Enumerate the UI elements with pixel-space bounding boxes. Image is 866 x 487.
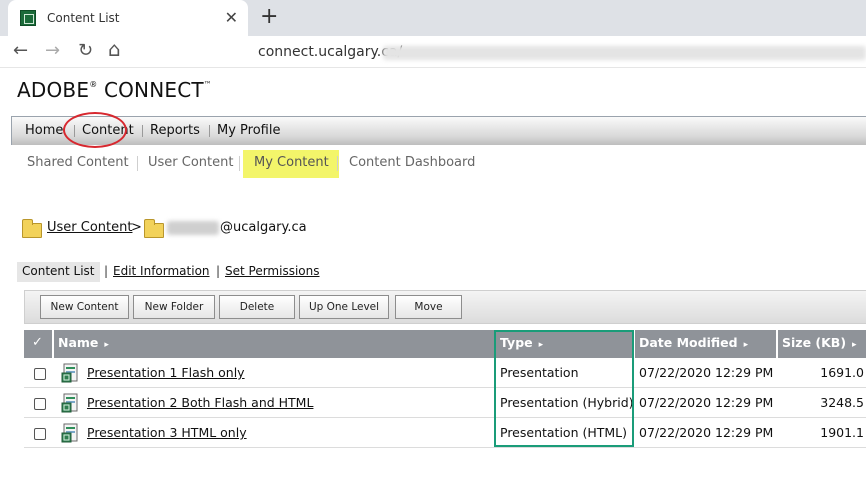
header-separator	[52, 330, 54, 358]
subnav-user-content[interactable]: User Content	[148, 155, 233, 170]
nav-reports[interactable]: Reports	[150, 123, 200, 138]
subnav-my-content[interactable]: My Content	[254, 155, 329, 170]
folder-icon	[144, 219, 164, 238]
sort-arrow-icon: ▸	[104, 340, 109, 350]
content-name-link[interactable]: Presentation 3 HTML only	[87, 425, 247, 440]
breadcrumb-user-content[interactable]: User Content	[47, 220, 132, 235]
nav-my-profile[interactable]: My Profile	[217, 123, 280, 138]
content-size: 1901.1	[820, 425, 864, 440]
url-redacted	[383, 46, 866, 60]
content-name-link[interactable]: Presentation 2 Both Flash and HTML	[87, 395, 313, 410]
brand-product: CONNECT	[97, 78, 204, 102]
row-checkbox[interactable]	[34, 428, 46, 440]
content-name-link[interactable]: Presentation 1 Flash only	[87, 365, 245, 380]
address-bar: ← → ↻ ⌂ connect.ucalgary.ca/	[0, 36, 866, 68]
row-checkbox[interactable]	[34, 368, 46, 380]
nav-home[interactable]: Home	[25, 123, 63, 138]
sort-arrow-icon: ▸	[852, 340, 857, 350]
tab-edit-information[interactable]: Edit Information	[113, 264, 210, 278]
type-column-annotation-box	[494, 330, 634, 447]
column-header-size-label: Size (KB)	[782, 335, 847, 350]
breadcrumb-user-email: @ucalgary.ca	[220, 220, 307, 235]
reload-icon[interactable]: ↻	[78, 41, 93, 61]
tab-separator: |	[216, 264, 221, 278]
tab-close-icon[interactable]: ✕	[225, 10, 238, 26]
content-size: 1691.0	[820, 365, 864, 380]
column-header-size[interactable]: Size (KB) ▸	[782, 335, 857, 350]
tab-set-permissions[interactable]: Set Permissions	[225, 264, 320, 278]
subnav-separator	[337, 156, 338, 171]
column-header-name-label: Name	[58, 335, 99, 350]
new-tab-icon[interactable]: +	[260, 5, 278, 29]
move-button[interactable]: Move	[395, 295, 462, 319]
breadcrumb-separator: >	[131, 220, 142, 235]
subnav-separator	[137, 156, 138, 171]
nav-separator	[142, 125, 143, 137]
forward-icon[interactable]: →	[45, 41, 60, 61]
row-checkbox[interactable]	[34, 398, 46, 410]
new-content-button[interactable]: New Content	[40, 295, 129, 319]
browser-tab[interactable]: Content List ✕	[8, 0, 248, 36]
brand-reg: ®	[89, 80, 98, 89]
subnav-separator	[239, 156, 240, 171]
url-field[interactable]: connect.ucalgary.ca/	[258, 44, 402, 60]
content-size: 3248.5	[820, 395, 864, 410]
brand-name: ADOBE	[17, 78, 90, 102]
presentation-icon	[61, 393, 78, 413]
column-header-date-label: Date Modified	[639, 335, 738, 350]
column-header-date-modified[interactable]: Date Modified ▸	[639, 335, 748, 350]
new-folder-button[interactable]: New Folder	[133, 295, 215, 319]
subnav-shared-content[interactable]: Shared Content	[27, 155, 129, 170]
delete-button[interactable]: Delete	[219, 295, 295, 319]
content-date-modified: 07/22/2020 12:29 PM	[639, 425, 774, 440]
select-all-check-icon[interactable]: ✓	[32, 335, 43, 350]
presentation-icon	[61, 423, 78, 443]
column-header-name[interactable]: Name ▸	[58, 335, 109, 350]
presentation-icon	[61, 363, 78, 383]
content-date-modified: 07/22/2020 12:29 PM	[639, 395, 774, 410]
browser-tabstrip: Content List ✕ +	[0, 0, 866, 36]
content-annotation-circle	[63, 112, 127, 148]
brand-tm: ™	[203, 80, 212, 89]
sort-arrow-icon: ▸	[743, 340, 749, 350]
nav-separator	[209, 125, 210, 137]
main-nav: Home Content Reports My Profile	[11, 116, 866, 145]
adobe-connect-favicon-icon	[20, 10, 36, 26]
folder-icon	[22, 219, 42, 238]
user-name-redacted	[167, 221, 219, 235]
back-icon[interactable]: ←	[13, 41, 28, 61]
content-date-modified: 07/22/2020 12:29 PM	[639, 365, 774, 380]
home-icon[interactable]: ⌂	[108, 39, 121, 59]
up-one-level-button[interactable]: Up One Level	[299, 295, 389, 319]
tab-title: Content List	[47, 11, 120, 25]
header-separator	[776, 330, 778, 358]
tab-content-list[interactable]: Content List	[17, 262, 100, 282]
tab-separator: |	[104, 264, 109, 278]
subnav-content-dashboard[interactable]: Content Dashboard	[349, 155, 475, 170]
adobe-connect-logo: ADOBE® CONNECT™	[17, 78, 212, 102]
